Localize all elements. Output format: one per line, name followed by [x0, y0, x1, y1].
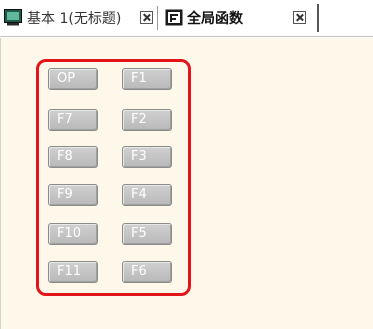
function-button-f1[interactable]: F1	[122, 68, 172, 90]
function-button-f11[interactable]: F11	[48, 261, 98, 283]
tab-label: 全局函数	[187, 11, 243, 27]
function-button-f4[interactable]: F4	[122, 184, 172, 206]
tab-label: 基本 1(无标题)	[27, 11, 122, 27]
function-window-icon	[165, 9, 183, 26]
function-button-f8[interactable]: F8	[48, 146, 98, 168]
close-icon[interactable]	[293, 11, 306, 24]
tab-base-screen[interactable]: 基本 1(无标题)	[0, 6, 158, 30]
function-button-f7[interactable]: F7	[48, 109, 98, 131]
tab-divider	[157, 6, 158, 30]
tab-global-functions[interactable]: 全局函数	[161, 6, 317, 30]
function-button-f5[interactable]: F5	[122, 223, 172, 245]
tab-bar-end	[317, 4, 319, 32]
close-icon[interactable]	[140, 11, 153, 24]
screen-icon	[4, 9, 22, 26]
function-button-f2[interactable]: F2	[122, 109, 172, 131]
function-button-f6[interactable]: F6	[122, 261, 172, 283]
tab-bar: 基本 1(无标题) 全局函数	[0, 0, 373, 37]
canvas-border	[0, 38, 1, 329]
function-button-f10[interactable]: F10	[48, 223, 98, 245]
function-button-op[interactable]: OP	[48, 68, 98, 90]
function-button-f9[interactable]: F9	[48, 184, 98, 206]
function-button-f3[interactable]: F3	[122, 146, 172, 168]
